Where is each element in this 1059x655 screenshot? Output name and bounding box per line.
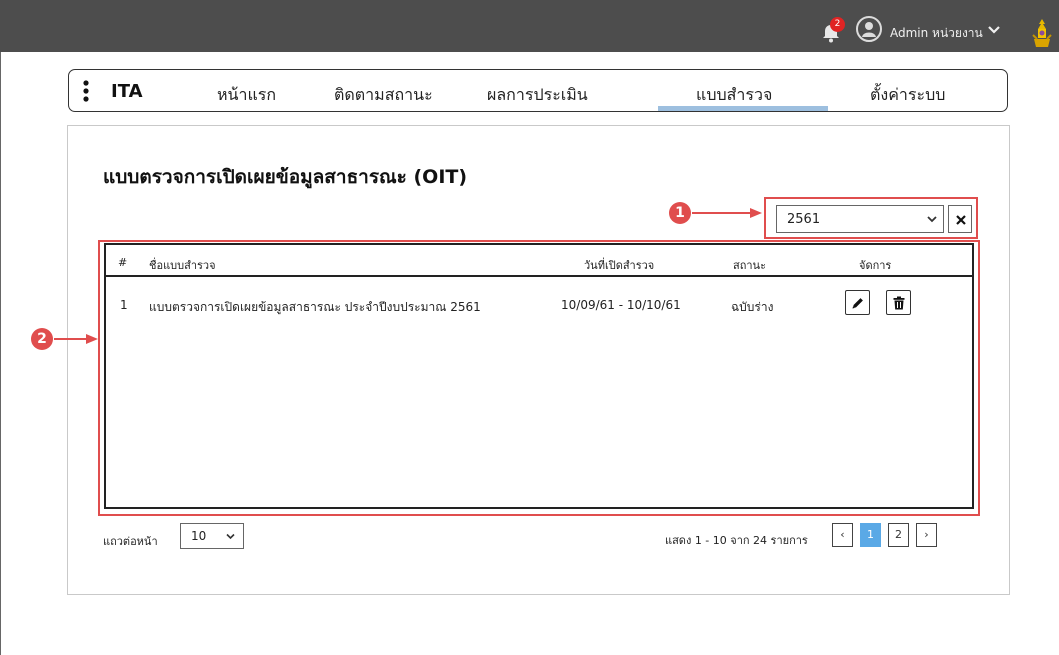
pencil-icon: [852, 298, 863, 309]
page-title: แบบตรวจการเปิดเผยข้อมูลสาธารณะ (OIT): [103, 166, 468, 188]
close-icon: [956, 215, 966, 225]
year-select[interactable]: 2561: [776, 205, 944, 233]
nav-surveys[interactable]: แบบสำรวจ: [696, 83, 772, 108]
kebab-menu-icon[interactable]: [83, 80, 89, 102]
table-header-divider: [106, 275, 972, 277]
user-menu-label[interactable]: Admin หน่วยงาน: [890, 24, 983, 43]
callout-arrow-1-icon: [692, 208, 762, 218]
emblem-logo-icon: [1032, 19, 1052, 47]
chevron-down-icon: [927, 216, 937, 223]
trash-icon: [893, 296, 905, 310]
page-1-button[interactable]: 1: [860, 523, 881, 547]
col-header-actions: จัดการ: [859, 259, 892, 272]
prev-page-button[interactable]: ‹: [832, 523, 853, 547]
nav-settings[interactable]: ตั้งค่าระบบ: [870, 83, 945, 108]
page-2-button[interactable]: 2: [888, 523, 909, 547]
callout-badge-2: 2: [31, 328, 53, 350]
clear-year-button[interactable]: [948, 205, 972, 233]
pagination-summary: แสดง 1 - 10 จาก 24 รายการ: [665, 534, 808, 547]
next-page-button[interactable]: ›: [916, 523, 937, 547]
row-1-index: 1: [120, 298, 128, 312]
col-header-index: #: [118, 256, 128, 269]
year-select-value: 2561: [787, 212, 821, 227]
rows-per-page-value: 10: [191, 529, 207, 543]
col-header-name: ชื่อแบบสำรวจ: [149, 259, 216, 272]
rows-per-page-label: แถวต่อหน้า: [103, 535, 158, 548]
nav-home[interactable]: หน้าแรก: [217, 83, 276, 108]
callout-arrow-2-icon: [54, 334, 98, 344]
edit-button[interactable]: [845, 290, 870, 315]
callout-badge-1: 1: [669, 202, 691, 224]
user-avatar-icon[interactable]: [856, 16, 882, 42]
window-left-border: [0, 52, 1, 655]
row-1-name[interactable]: แบบตรวจการเปิดเผยข้อมูลสาธารณะ ประจำปีงบ…: [149, 298, 481, 317]
nav-evaluation-results[interactable]: ผลการประเมิน: [487, 83, 588, 108]
chevron-down-icon[interactable]: [987, 25, 1001, 35]
delete-button[interactable]: [886, 290, 911, 315]
brand-logo[interactable]: ITA: [111, 81, 143, 102]
main-navbar: ITA หน้าแรก ติดตามสถานะ ผลการประเมิน แบบ…: [68, 69, 1008, 112]
survey-table: [104, 243, 974, 509]
row-1-status: ฉบับร่าง: [731, 300, 774, 314]
row-1-date: 10/09/61 - 10/10/61: [561, 298, 681, 312]
nav-status-tracking[interactable]: ติดตามสถานะ: [334, 83, 433, 108]
rows-per-page-select[interactable]: 10: [180, 523, 244, 549]
col-header-date: วันที่เปิดสำรวจ: [584, 259, 655, 272]
notification-badge: 2: [830, 17, 845, 32]
col-header-status: สถานะ: [733, 259, 766, 272]
chevron-down-icon: [226, 533, 235, 540]
active-tab-indicator: [658, 106, 828, 111]
